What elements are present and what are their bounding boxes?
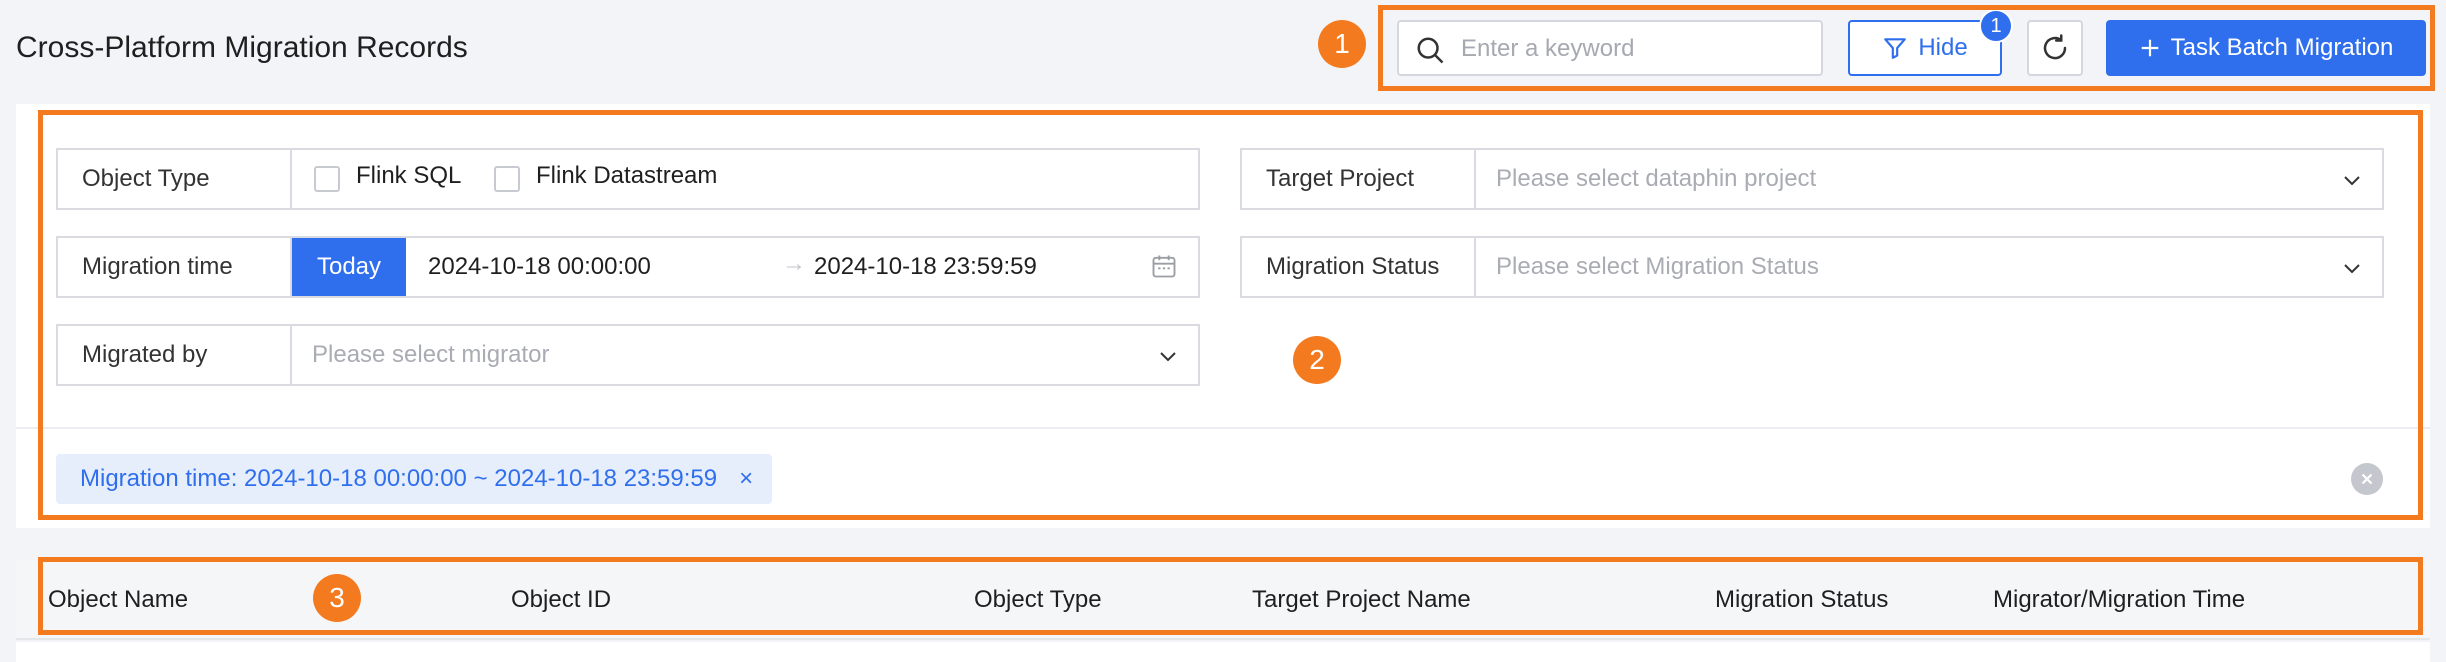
annotation-badge-2: 2 — [1293, 336, 1341, 384]
table-body — [16, 642, 2430, 662]
annotation-box-1 — [1378, 5, 2435, 91]
annotation-badge-1: 1 — [1318, 20, 1366, 68]
annotation-badge-3: 3 — [313, 574, 361, 622]
annotation-box-2 — [38, 110, 2423, 520]
annotation-box-3 — [38, 557, 2423, 635]
page-title: Cross-Platform Migration Records — [16, 31, 468, 64]
